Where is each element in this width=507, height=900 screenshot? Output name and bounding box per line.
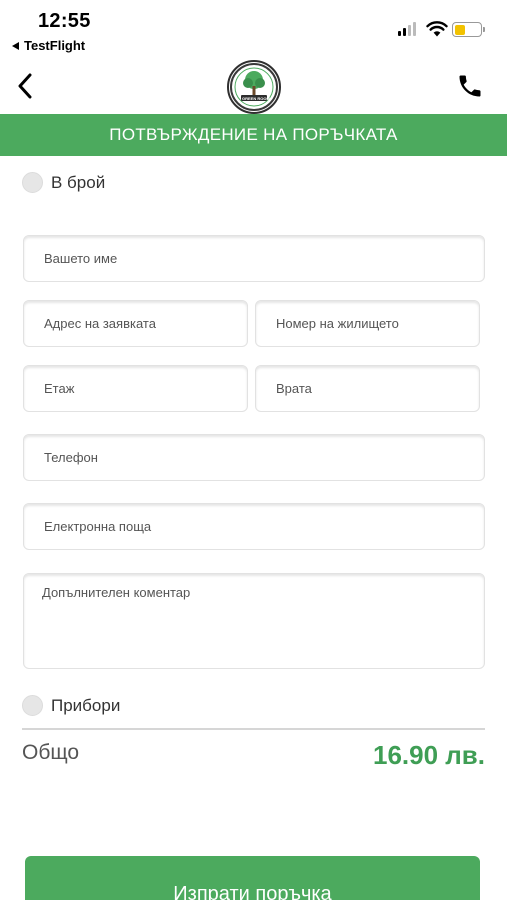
back-triangle-icon <box>12 41 19 50</box>
address-field-container <box>23 300 248 347</box>
logo-text: GREEN ROOM <box>242 96 270 101</box>
navigation-bar: GREEN ROOM <box>0 60 507 114</box>
floor-field-container <box>23 365 248 412</box>
house-number-input[interactable] <box>256 301 479 346</box>
payment-cash-option[interactable]: В брой <box>22 172 105 193</box>
door-field-container <box>255 365 480 412</box>
page-title: ПОТВЪРЖДЕНИЕ НА ПОРЪЧКАТА <box>109 125 398 144</box>
back-app-label: TestFlight <box>24 38 86 53</box>
name-input[interactable] <box>24 236 484 281</box>
phone-input[interactable] <box>24 435 484 480</box>
comment-textarea[interactable] <box>24 574 484 668</box>
door-input[interactable] <box>256 366 479 411</box>
submit-order-button[interactable]: Изпрати поръчка <box>25 856 480 900</box>
total-divider <box>22 728 485 730</box>
email-input[interactable] <box>24 504 484 549</box>
battery-icon <box>452 22 485 37</box>
page-header: ПОТВЪРЖДЕНИЕ НА ПОРЪЧКАТА <box>0 114 507 156</box>
chevron-left-icon <box>18 73 32 99</box>
cutlery-radio-button[interactable] <box>22 695 43 716</box>
email-field-container <box>23 503 485 550</box>
total-price: 16.90 лв. <box>372 740 485 770</box>
cutlery-option[interactable]: Прибори <box>22 695 120 716</box>
name-field-container <box>23 235 485 282</box>
call-button[interactable] <box>456 72 484 100</box>
tree-logo-icon <box>230 63 278 111</box>
wifi-icon <box>426 21 448 37</box>
address-input[interactable] <box>24 301 247 346</box>
house-number-field-container <box>255 300 480 347</box>
phone-icon <box>459 75 481 97</box>
cutlery-radio-label: Прибори <box>51 695 121 715</box>
total-label: Общо <box>22 741 80 764</box>
phone-field-container <box>23 434 485 481</box>
back-button[interactable] <box>12 72 38 100</box>
cash-radio-label: В брой <box>51 172 106 192</box>
restaurant-logo: GREEN ROOM <box>227 60 281 114</box>
floor-input[interactable] <box>24 366 247 411</box>
status-time: 12:55 <box>38 10 91 32</box>
cellular-signal-icon <box>398 22 416 36</box>
comment-field-container <box>23 573 485 669</box>
cash-radio-button[interactable] <box>22 172 43 193</box>
status-bar: 12:55 TestFlight <box>0 0 507 60</box>
back-to-app-link[interactable]: TestFlight <box>12 38 85 53</box>
